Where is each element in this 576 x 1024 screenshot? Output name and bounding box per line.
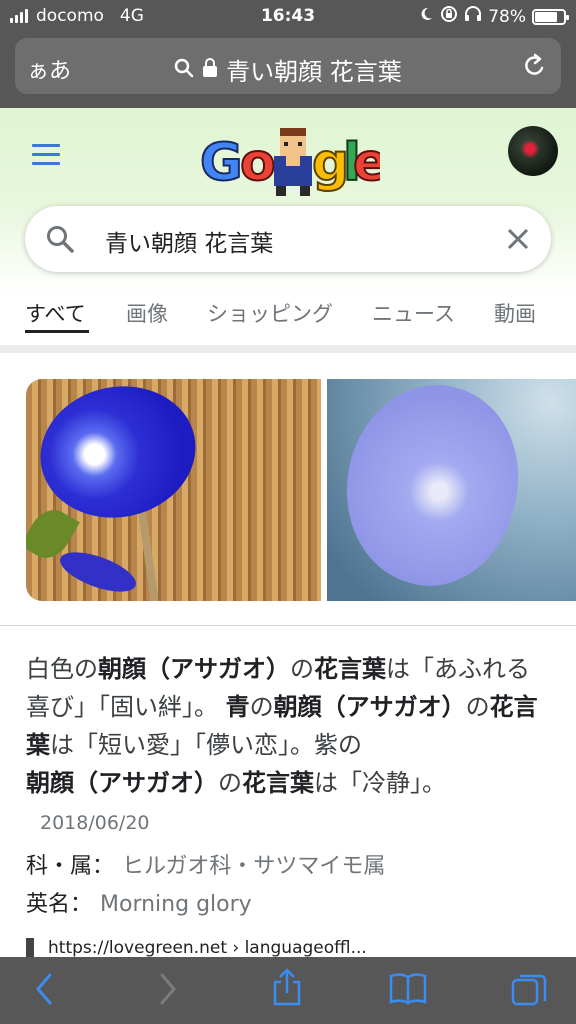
forward-icon[interactable] <box>152 971 182 1011</box>
reload-icon[interactable] <box>521 52 547 84</box>
snippet-bold: 朝顔（アサガオ） <box>273 693 466 721</box>
fact-value: Morning glory <box>100 892 252 917</box>
section-divider <box>0 625 576 626</box>
header-divider <box>0 345 576 353</box>
svg-text:G: G <box>200 133 243 193</box>
snippet-bold: 朝顔（アサガオ） <box>26 769 218 797</box>
favicon-icon <box>26 938 34 958</box>
snippet-text: 白色の <box>26 655 98 683</box>
search-box[interactable]: 青い朝顔 花言葉 <box>25 206 551 272</box>
snippet-date: 2018/06/20 <box>40 812 150 834</box>
search-icon <box>174 56 194 84</box>
tab-all[interactable]: すべて <box>25 298 86 328</box>
back-icon[interactable] <box>30 971 60 1011</box>
tab-shopping[interactable]: ショッピング <box>207 298 333 328</box>
facts-list: 科・属： ヒルガオ科・サツマイモ属 英名： Morning glory <box>26 848 556 924</box>
tab-videos[interactable]: 動画 <box>494 298 536 328</box>
source-url[interactable]: https://lovegreen.net › languageoffl... <box>48 938 367 958</box>
svg-text:o: o <box>240 133 276 193</box>
search-input[interactable]: 青い朝顔 花言葉 <box>105 224 273 258</box>
fact-row-family: 科・属： ヒルガオ科・サツマイモ属 <box>26 848 556 886</box>
headphones-icon <box>464 5 482 28</box>
address-display[interactable]: 青い朝顔 花言葉 <box>15 52 561 87</box>
fact-label: 科・属： <box>26 854 115 879</box>
snippet-bold: 青 <box>225 693 250 721</box>
active-tab-indicator <box>25 330 89 333</box>
status-bar: docomo 4G 16:43 78% <box>0 0 576 34</box>
snippet-bold: 朝顔（アサガオ） <box>98 655 290 683</box>
snippet-text: の <box>465 693 490 721</box>
google-header: G o g l e 青い朝顔 花言葉 すべて 画像 ショッピング ニュース 動画 <box>0 108 576 348</box>
tab-news[interactable]: ニュース <box>372 298 455 328</box>
fact-label: 英名： <box>26 892 93 917</box>
snippet-text: の <box>249 693 274 721</box>
clear-icon[interactable] <box>505 226 531 256</box>
lock-icon <box>202 56 218 84</box>
fact-row-english-name: 英名： Morning glory <box>26 886 556 924</box>
address-bar[interactable]: ぁあ 青い朝顔 花言葉 <box>15 38 561 94</box>
orientation-lock-icon <box>440 5 458 28</box>
svg-text:e: e <box>353 133 380 193</box>
google-doodle-logo[interactable]: G o g l e <box>199 122 389 202</box>
snippet-bold: 花言葉 <box>242 769 314 797</box>
status-indicators: 78% <box>418 5 569 28</box>
source-link[interactable]: https://lovegreen.net › languageoffl... <box>26 938 367 958</box>
search-tabs: すべて 画像 ショッピング ニュース 動画 <box>0 294 576 344</box>
bookmarks-icon[interactable] <box>388 971 428 1011</box>
account-avatar[interactable] <box>508 126 558 176</box>
address-text: 青い朝顔 花言葉 <box>226 58 402 86</box>
featured-snippet: 白色の朝顔（アサガオ）の花言葉は「あふれる喜び」「固い絆」。 青の朝顔（アサガオ… <box>26 650 546 842</box>
morning-glory-image-1[interactable] <box>26 379 321 601</box>
battery-icon <box>532 8 569 25</box>
browser-address-area: ぁあ 青い朝顔 花言葉 <box>0 34 576 108</box>
snippet-text: 紫の <box>314 731 362 759</box>
snippet-text: の <box>290 655 314 683</box>
search-icon[interactable] <box>45 224 75 258</box>
snippet-text: は「短い愛」「儚い恋」。 <box>50 731 314 759</box>
battery-percent: 78% <box>488 6 526 27</box>
fact-value[interactable]: ヒルガオ科・サツマイモ属 <box>122 854 385 879</box>
morning-glory-image-2[interactable] <box>327 379 576 601</box>
snippet-text: の <box>218 769 242 797</box>
tab-images[interactable]: 画像 <box>126 298 168 328</box>
snippet-text: は「冷静」。 <box>314 769 446 797</box>
image-results <box>0 379 576 601</box>
snippet-bold: 花言葉 <box>314 655 386 683</box>
menu-icon[interactable] <box>32 144 60 171</box>
browser-toolbar <box>0 957 576 1024</box>
share-icon[interactable] <box>270 967 304 1011</box>
tabs-icon[interactable] <box>510 971 548 1013</box>
moon-icon <box>418 6 434 27</box>
